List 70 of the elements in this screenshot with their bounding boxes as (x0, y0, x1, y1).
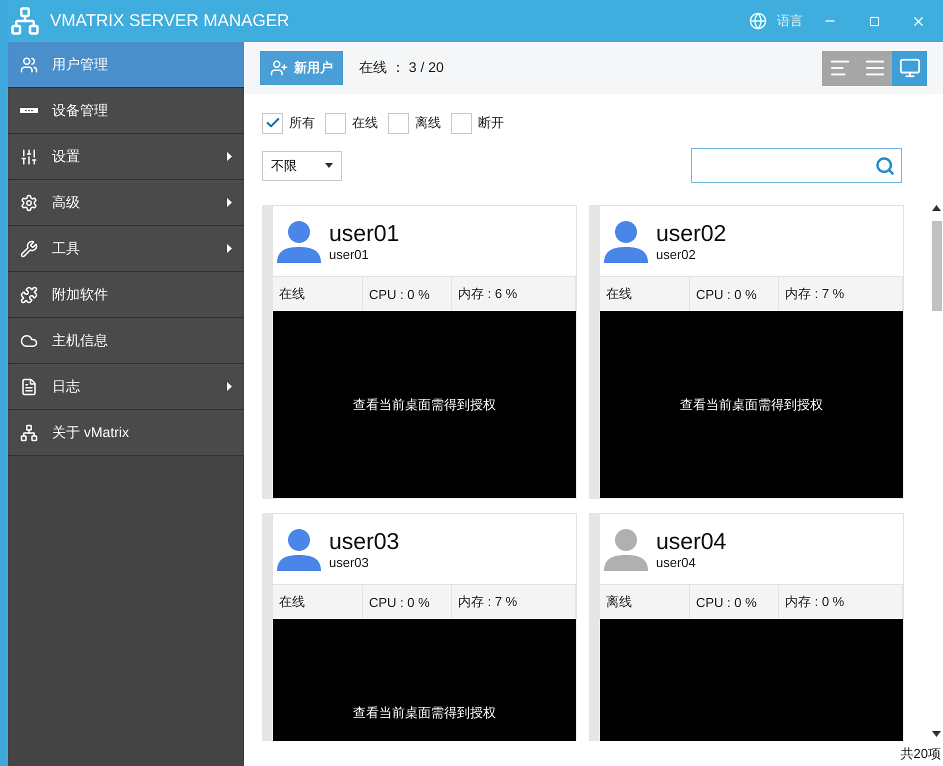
search-icon (875, 156, 895, 176)
checkbox-label: 离线 (415, 114, 441, 132)
network-icon (20, 424, 38, 442)
sidebar-label: 日志 (52, 378, 81, 396)
sidebar-item[interactable]: 关于 vMatrix (8, 410, 244, 456)
logo-icon (10, 6, 40, 36)
preview-message: 查看当前桌面需得到授权 (353, 396, 496, 414)
checkbox[interactable] (325, 112, 346, 134)
sidebar-item[interactable]: 设置 (8, 134, 244, 180)
user-card[interactable]: user02 user02 在线 CPU : 0 % 内存 : 7 % 查看当前桌面需得到授权 (589, 205, 904, 499)
preview-message: 查看当前桌面需得到授权 (353, 704, 496, 722)
user-name: user01 (329, 220, 400, 247)
sidebar-label: 设备管理 (52, 102, 109, 120)
sidebar-label: 主机信息 (52, 332, 109, 350)
scroll-down-icon[interactable] (932, 731, 941, 737)
sidebar-label: 关于 vMatrix (52, 424, 130, 442)
user-name: user04 (656, 528, 726, 555)
user-card[interactable]: user01 user01 在线 CPU : 0 % 内存 : 6 % 查看当前桌面需得到授权 (262, 205, 577, 499)
sidebar-label: 工具 (52, 240, 81, 258)
user-name: user02 (656, 220, 726, 247)
sidebar-item[interactable]: 附加软件 (8, 272, 244, 318)
monitor-icon (898, 57, 920, 79)
checkbox-label: 在线 (352, 114, 378, 132)
view-mode-button[interactable] (892, 50, 927, 86)
checkbox-label: 断开 (478, 114, 504, 132)
checkbox[interactable] (451, 112, 472, 134)
chevron-icon (227, 152, 232, 161)
user-name: user03 (329, 528, 400, 555)
sidebar-item[interactable]: 高级 (8, 180, 244, 226)
document-icon (20, 378, 38, 396)
chevron-icon (227, 382, 232, 391)
gear-icon (20, 194, 38, 212)
sidebar-item[interactable]: 工具 (8, 226, 244, 272)
sidebar-label: 高级 (52, 194, 81, 212)
sidebar-label: 附加软件 (52, 286, 109, 304)
user-account: user02 (656, 247, 697, 262)
total-count: 共20项 (900, 744, 941, 762)
search-field[interactable] (691, 148, 902, 183)
online-count: 在线 ： 3 / 20 (359, 59, 445, 77)
users-icon (20, 56, 38, 74)
user-account: user04 (656, 555, 697, 570)
user-card[interactable]: user04 user04 离线 CPU : 0 % 内存 : 0 % (589, 513, 904, 741)
range-dropdown[interactable]: 不限 (262, 150, 342, 180)
checkbox-label: 所有 (289, 114, 315, 132)
dropdown-caret-icon (325, 163, 333, 168)
sidebar-label: 设置 (52, 148, 81, 166)
wrench-icon (20, 240, 38, 258)
checkbox[interactable] (262, 112, 283, 134)
add-user-icon (270, 59, 288, 77)
user-account: user03 (329, 555, 370, 570)
sliders-icon (20, 148, 38, 166)
window-title: VMATRIX SERVER MANAGER (50, 11, 290, 31)
sidebar-item[interactable]: 日志 (8, 364, 244, 410)
puzzle-icon (20, 286, 38, 304)
globe-icon (749, 12, 767, 30)
chevron-icon (227, 198, 232, 207)
sidebar-label: 用户管理 (52, 56, 109, 74)
chevron-icon (227, 244, 232, 253)
sidebar-item[interactable]: 主机信息 (8, 318, 244, 364)
device-icon (20, 108, 38, 113)
preview-message: 查看当前桌面需得到授权 (680, 396, 823, 414)
maximize-icon (868, 16, 880, 26)
checkbox[interactable] (388, 112, 409, 134)
scrollbar-thumb[interactable] (932, 221, 942, 311)
user-account: user01 (329, 247, 370, 262)
view-mode-button[interactable] (857, 50, 892, 86)
sidebar-item[interactable]: 设备管理 (8, 88, 244, 134)
scroll-up-icon[interactable] (932, 205, 941, 211)
user-card[interactable]: user03 user03 在线 CPU : 0 % 内存 : 7 % 查看当前桌面需得到授权 (262, 513, 577, 741)
view-mode-button[interactable] (822, 50, 857, 86)
